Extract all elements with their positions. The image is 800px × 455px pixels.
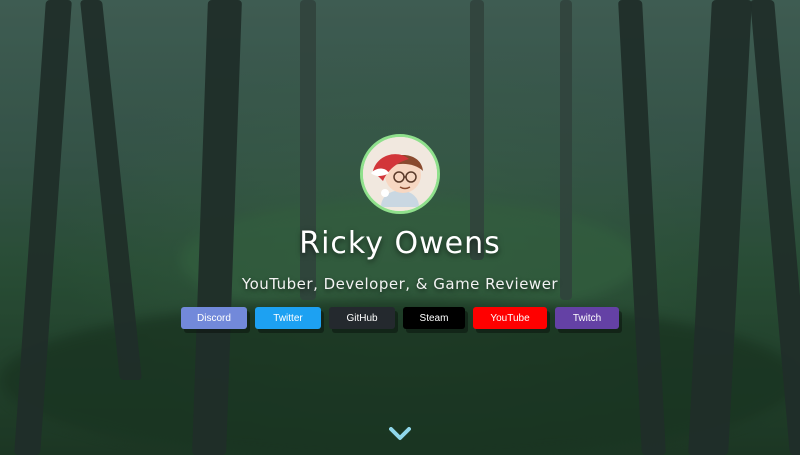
chevron-down-icon[interactable] xyxy=(389,426,411,440)
profile-tagline: YouTuber, Developer, & Game Reviewer xyxy=(241,275,559,293)
avatar xyxy=(360,134,440,214)
twitch-button[interactable]: Twitch xyxy=(555,307,619,329)
steam-button[interactable]: Steam xyxy=(403,307,465,329)
github-button[interactable]: GitHub xyxy=(329,307,395,329)
youtube-button[interactable]: YouTube xyxy=(473,307,547,329)
twitter-button[interactable]: Twitter xyxy=(255,307,321,329)
profile-name: Ricky Owens xyxy=(299,226,501,261)
profile-section: Ricky Owens YouTuber, Developer, & Game … xyxy=(0,134,800,329)
social-links: Discord Twitter GitHub Steam YouTube Twi… xyxy=(181,307,619,329)
avatar-christmas-character xyxy=(363,137,437,211)
discord-button[interactable]: Discord xyxy=(181,307,247,329)
